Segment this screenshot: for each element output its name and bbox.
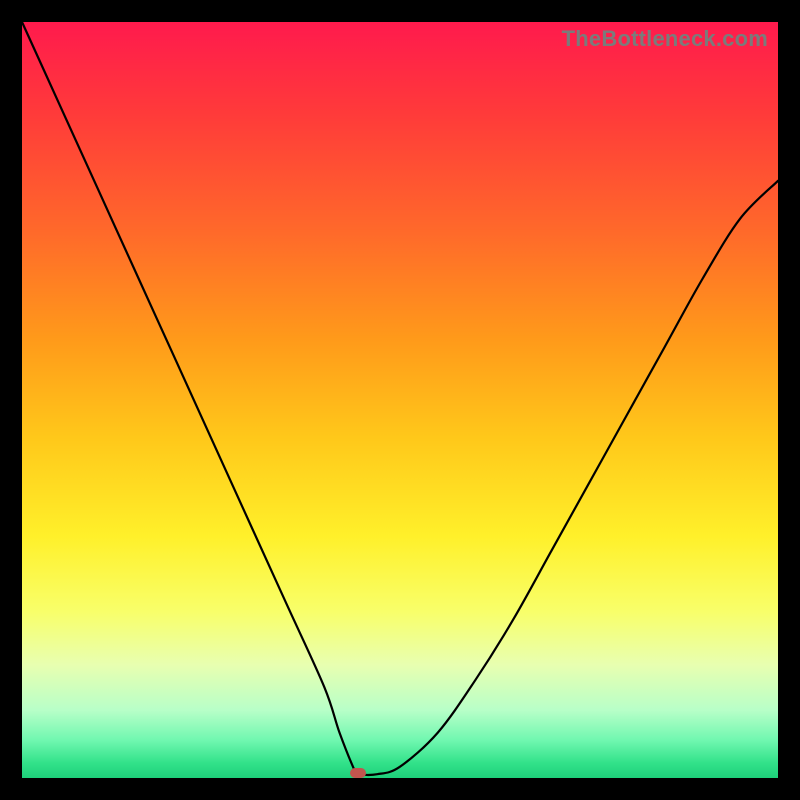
optimum-marker — [350, 768, 366, 778]
curve-svg — [22, 22, 778, 778]
bottleneck-curve — [22, 22, 778, 775]
plot-area: TheBottleneck.com — [22, 22, 778, 778]
chart-frame: TheBottleneck.com — [0, 0, 800, 800]
